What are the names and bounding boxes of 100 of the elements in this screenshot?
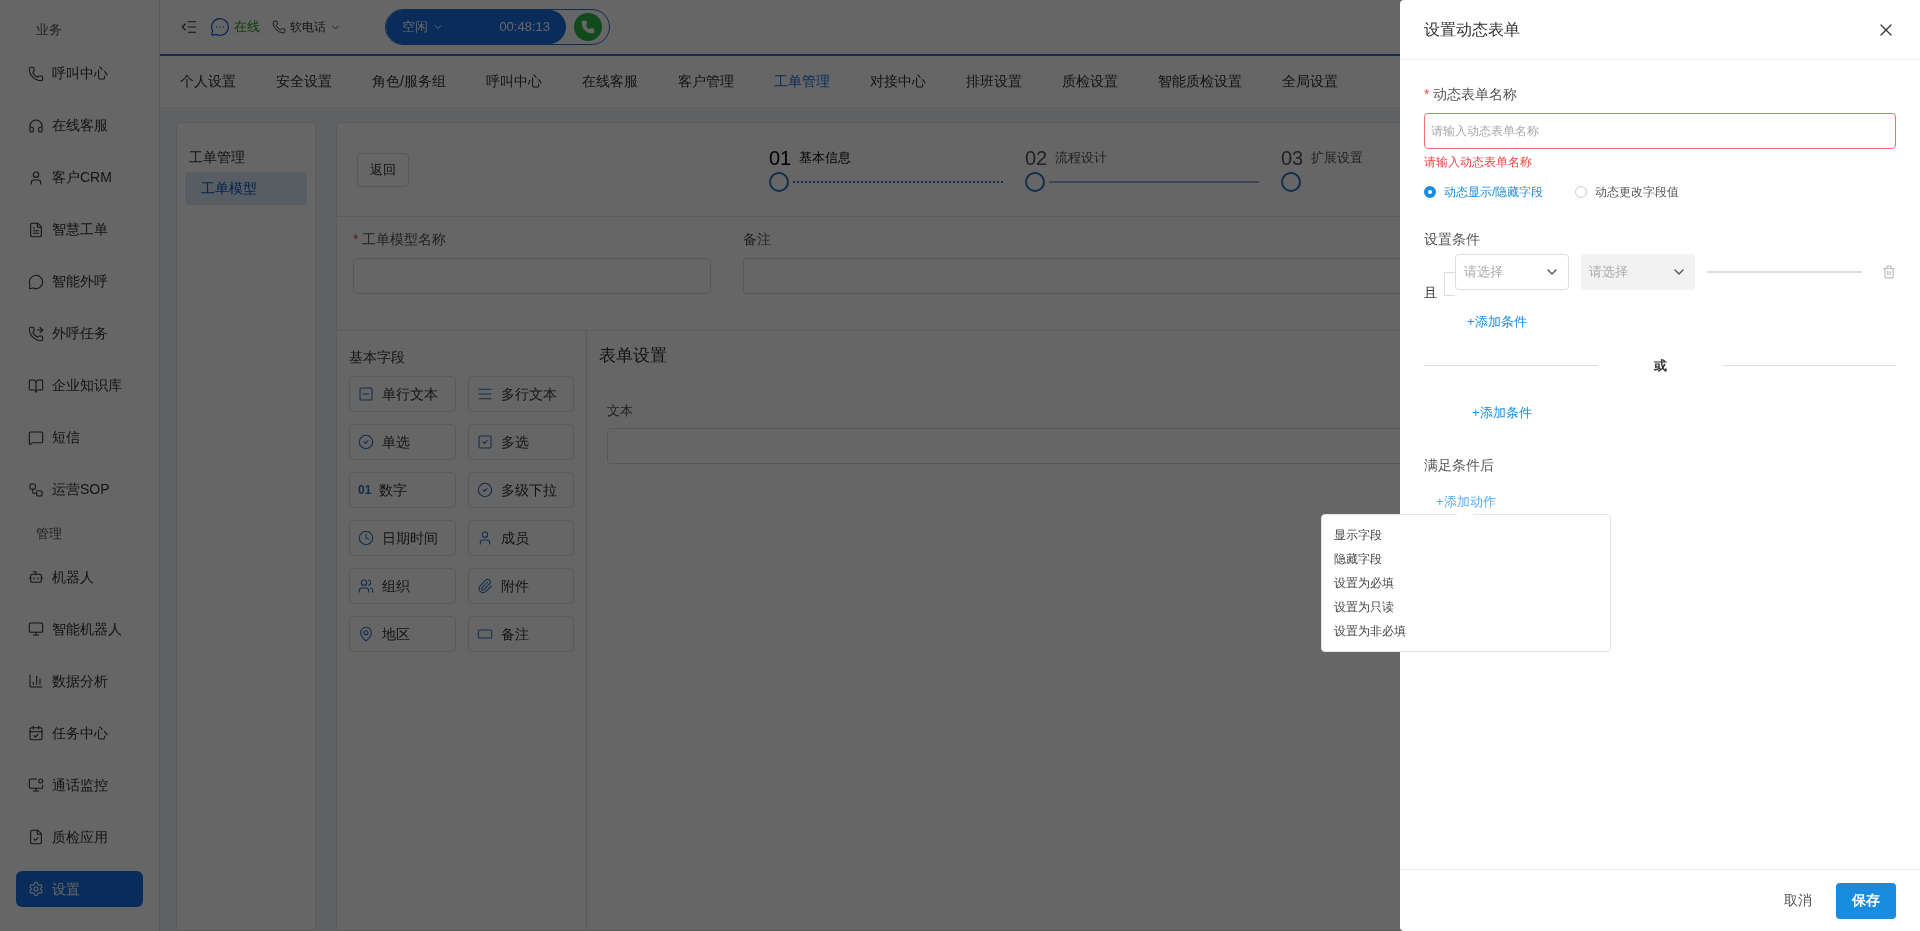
field-type-button[interactable]: 成员 <box>467 520 574 556</box>
settings-tab[interactable]: 工单管理 <box>773 71 830 92</box>
phone-list-icon <box>28 325 44 342</box>
book-icon <box>28 377 44 394</box>
monitor-chart-icon <box>28 777 44 793</box>
bracket-line <box>1444 272 1455 296</box>
users-icon <box>358 578 374 594</box>
field-type-button[interactable]: 附件 <box>467 568 574 604</box>
step-label: 流程设计 <box>1055 149 1108 167</box>
add-action-link[interactable]: +添加动作 <box>1436 491 1496 511</box>
call-button[interactable] <box>574 13 602 41</box>
drawer-title: 设置动态表单 <box>1424 19 1520 40</box>
add-condition-link[interactable]: +添加条件 <box>1467 312 1527 332</box>
sidebar-item[interactable]: 智慧工单 <box>16 211 143 248</box>
sidebar-item[interactable]: 企业知识库 <box>16 367 143 404</box>
dropdown-menu-item[interactable]: 显示字段 <box>1322 523 1610 547</box>
call-status-pill[interactable]: 空闲 00:48:13 <box>385 9 610 45</box>
user-icon <box>28 169 44 186</box>
call-timer: 00:48:13 <box>499 18 550 37</box>
radio-option[interactable]: 动态更改字段值 <box>1575 183 1680 201</box>
dropdown-menu-item[interactable]: 隐藏字段 <box>1322 547 1610 571</box>
settings-icon <box>28 881 44 897</box>
dropdown-menu-item[interactable]: 设置为只读 <box>1322 595 1610 619</box>
section-label: 满足条件后 <box>1424 455 1495 475</box>
sidebar-item[interactable]: 质检应用 <box>16 819 143 855</box>
panel-menu-item[interactable]: 工单模型 <box>185 172 307 205</box>
section-label: 设置条件 <box>1424 230 1481 249</box>
settings-tab[interactable]: 安全设置 <box>276 71 332 92</box>
flow-icon <box>28 481 44 498</box>
phone-icon <box>581 20 595 34</box>
add-condition-link[interactable]: +添加条件 <box>1472 403 1532 423</box>
settings-tab[interactable]: 客户管理 <box>677 71 734 92</box>
form-title: 表单设置 <box>599 345 667 367</box>
or-separator: 或 <box>1653 356 1667 375</box>
save-button[interactable]: 保存 <box>1836 882 1896 919</box>
field-type-button[interactable]: 01 数字 <box>349 472 456 508</box>
sidebar-item[interactable]: 呼叫中心 <box>16 55 143 92</box>
dropdown-menu-item[interactable]: 设置为必填 <box>1322 571 1610 595</box>
field-type-button[interactable]: 地区 <box>349 616 456 652</box>
field-type-button[interactable]: 日期时间 <box>349 520 456 556</box>
settings-tab[interactable]: 全局设置 <box>1281 71 1338 92</box>
settings-tab[interactable]: 对接中心 <box>869 71 926 92</box>
settings-tab[interactable]: 呼叫中心 <box>485 71 542 92</box>
sidebar-item[interactable]: 短信 <box>16 419 143 456</box>
field-type-button[interactable]: 多级下拉 <box>467 472 574 508</box>
settings-tab[interactable]: 个人设置 <box>180 71 236 92</box>
trash-icon[interactable] <box>1882 265 1896 279</box>
settings-tab[interactable]: 智能质检设置 <box>1157 71 1242 92</box>
paperclip-icon <box>476 578 493 594</box>
settings-tab[interactable]: 排班设置 <box>965 71 1022 92</box>
field-type-button[interactable]: 多选 <box>467 424 574 460</box>
menu-icon[interactable] <box>180 18 198 36</box>
settings-tab[interactable]: 角色/服务组 <box>372 71 446 92</box>
field-label: * 工单模型名称 <box>353 230 447 249</box>
presence-status[interactable]: 在线 <box>234 17 260 37</box>
sidebar-item[interactable]: 机器人 <box>16 559 143 595</box>
step-label: 基本信息 <box>799 149 852 167</box>
sidebar-item[interactable]: 任务中心 <box>16 715 143 751</box>
step-number: 03 <box>1281 147 1304 168</box>
sidebar-item[interactable]: 在线客服 <box>16 107 143 144</box>
number-glyph: 01 <box>358 482 372 499</box>
select-field[interactable]: 请选择 <box>1455 254 1569 290</box>
sidebar-item[interactable]: 通话监控 <box>16 767 143 803</box>
step-number: 02 <box>1025 147 1048 168</box>
sidebar-item[interactable]: 智能外呼 <box>16 263 143 300</box>
sidebar-item[interactable]: 外呼任务 <box>16 315 143 352</box>
phone-icon <box>272 20 286 34</box>
field-type-button[interactable]: 组织 <box>349 568 456 604</box>
radio-option[interactable]: 动态显示/隐藏字段 <box>1424 183 1544 201</box>
sidebar-item[interactable]: 运营SOP <box>16 471 143 508</box>
field-type-button[interactable]: 单选 <box>349 424 456 460</box>
field-type-button[interactable]: 备注 <box>467 616 574 652</box>
back-button[interactable]: 返回 <box>357 152 409 187</box>
document-icon <box>28 221 44 238</box>
rectangle-icon <box>476 626 493 642</box>
screen-icon <box>28 621 44 637</box>
radio-button[interactable] <box>1424 186 1436 198</box>
softphone-menu[interactable]: 软电话 <box>290 18 341 36</box>
step-label: 扩展设置 <box>1311 149 1364 167</box>
document-check-icon <box>28 829 44 845</box>
chat-icon[interactable] <box>210 17 230 37</box>
field-label: * 动态表单名称 <box>1424 85 1518 104</box>
headset-icon <box>28 117 44 134</box>
sidebar-item[interactable]: 设置 <box>16 871 143 907</box>
settings-tab[interactable]: 质检设置 <box>1061 71 1118 92</box>
dropdown-menu-item[interactable]: 设置为非必填 <box>1322 619 1610 643</box>
square-minus-icon <box>358 386 374 402</box>
settings-tab[interactable]: 在线客服 <box>581 71 638 92</box>
input-field[interactable]: 请输入动态表单名称 <box>1424 113 1896 149</box>
sidebar-item[interactable]: 数据分析 <box>16 663 143 699</box>
sidebar-item[interactable]: 智能机器人 <box>16 611 143 647</box>
sidebar-item[interactable]: 客户CRM <box>16 159 143 196</box>
calendar-check-icon <box>28 725 44 741</box>
panel-title: 工单管理 <box>188 148 246 167</box>
call-status[interactable]: 空闲 <box>402 17 444 37</box>
and-joiner: 且 <box>1424 284 1436 302</box>
bar-chart-icon <box>28 673 44 689</box>
field-type-button[interactable]: 多行文本 <box>467 376 574 412</box>
field-type-button[interactable]: 单行文本 <box>349 376 456 412</box>
cancel-button[interactable]: 取消 <box>1776 890 1820 911</box>
